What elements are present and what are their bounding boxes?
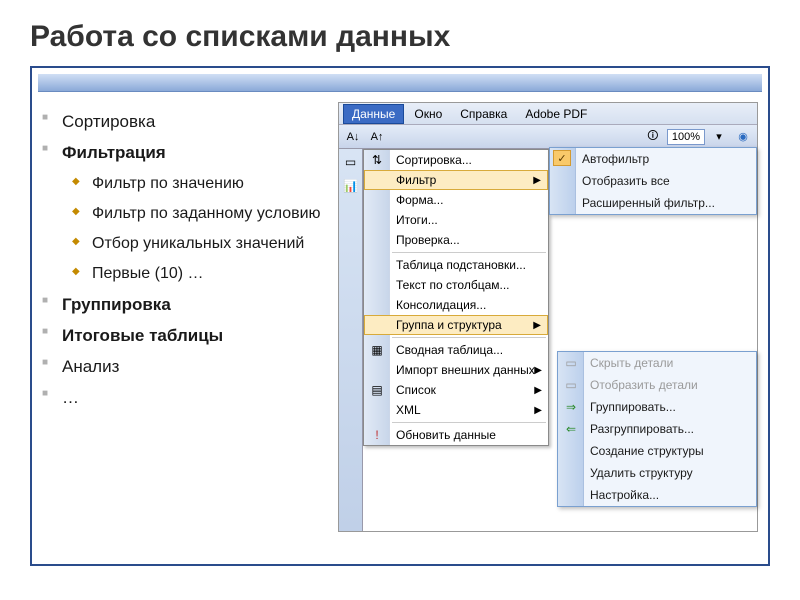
sm-group[interactable]: ⇒Группировать... (558, 396, 756, 418)
dd-filter[interactable]: Фильтр▶ (364, 170, 548, 190)
sm-advanced[interactable]: Расширенный фильтр... (550, 192, 756, 214)
separator (392, 337, 546, 338)
menu-data[interactable]: Данные (343, 104, 404, 124)
toolbar: А↓ А↑ 🛈 100% ▾ ◉ (339, 125, 757, 149)
menu-help[interactable]: Справка (452, 105, 515, 123)
sub-filter-value: Фильтр по значению (40, 169, 330, 199)
menu-adobe[interactable]: Adobe PDF (517, 105, 595, 123)
sort-icon: ⇅ (368, 153, 386, 167)
chart-icon[interactable]: 📊 (342, 177, 360, 195)
bullet-totals: Итоговые таблицы (40, 320, 330, 351)
filter-submenu: ✓Автофильтр Отобразить все Расширенный ф… (549, 147, 757, 215)
sm-auto-outline[interactable]: Создание структуры (558, 440, 756, 462)
bullet-filtering: Фильтрация (40, 137, 330, 168)
bullet-analysis: Анализ (40, 351, 330, 382)
help-icon[interactable]: ◉ (733, 127, 753, 147)
bullet-sorting: Сортировка (40, 106, 330, 137)
content-frame: Сортировка Фильтрация Фильтр по значению… (30, 66, 770, 566)
bullet-list: Сортировка Фильтрация Фильтр по значению… (40, 102, 330, 556)
arrow-icon: ▶ (534, 385, 542, 396)
dd-subtotals[interactable]: Итоги... (364, 210, 548, 230)
data-dropdown: ⇅Сортировка... Фильтр▶ Форма... Итоги...… (363, 149, 549, 446)
menu-window[interactable]: Окно (406, 105, 450, 123)
arrow-icon: ▶ (533, 175, 541, 186)
content-row: Сортировка Фильтрация Фильтр по значению… (32, 92, 768, 564)
show-icon: ▭ (563, 378, 579, 392)
group-submenu: ▭Скрыть детали ▭Отобразить детали ⇒Групп… (557, 351, 757, 507)
dd-pivot[interactable]: ▦Сводная таблица... (364, 340, 548, 360)
pivot-icon: ▦ (368, 343, 386, 357)
dd-form[interactable]: Форма... (364, 190, 548, 210)
sub-filter-condition: Фильтр по заданному условию (40, 199, 330, 229)
dd-consolidate[interactable]: Консолидация... (364, 295, 548, 315)
hide-icon: ▭ (563, 356, 579, 370)
dd-import[interactable]: Импорт внешних данных▶ (364, 360, 548, 380)
dd-refresh[interactable]: !Обновить данные (364, 425, 548, 445)
sm-autofilter[interactable]: ✓Автофильтр (550, 148, 756, 170)
dd-text-columns[interactable]: Текст по столбцам... (364, 275, 548, 295)
dd-validation[interactable]: Проверка... (364, 230, 548, 250)
ungroup-arrow-icon: ⇐ (563, 422, 579, 436)
group-arrow-icon: ⇒ (563, 400, 579, 414)
sm-show-detail[interactable]: ▭Отобразить детали (558, 374, 756, 396)
new-icon[interactable]: ▭ (342, 153, 360, 171)
slide: Работа со списками данных Сортировка Фил… (0, 0, 800, 600)
dd-list[interactable]: ▤Список▶ (364, 380, 548, 400)
tool-icon[interactable]: 🛈 (643, 127, 663, 147)
sm-ungroup[interactable]: ⇐Разгруппировать... (558, 418, 756, 440)
menubar: Данные Окно Справка Adobe PDF (339, 103, 757, 125)
arrow-icon: ▶ (534, 365, 542, 376)
sm-showall[interactable]: Отобразить все (550, 170, 756, 192)
arrow-icon: ▶ (533, 320, 541, 331)
sm-settings[interactable]: Настройка... (558, 484, 756, 506)
dd-table[interactable]: Таблица подстановки... (364, 255, 548, 275)
sub-unique: Отбор уникальных значений (40, 229, 330, 259)
list-icon: ▤ (368, 383, 386, 397)
bullet-ellipsis: … (40, 382, 330, 413)
sub-top10: Первые (10) … (40, 259, 330, 289)
separator (392, 422, 546, 423)
screenshot-area: Данные Окно Справка Adobe PDF А↓ А↑ 🛈 10… (338, 102, 760, 556)
sort-desc-icon[interactable]: А↑ (367, 127, 387, 147)
sm-hide-detail[interactable]: ▭Скрыть детали (558, 352, 756, 374)
refresh-icon: ! (368, 428, 386, 442)
separator (392, 252, 546, 253)
sort-asc-icon[interactable]: А↓ (343, 127, 363, 147)
sm-clear-outline[interactable]: Удалить структуру (558, 462, 756, 484)
dropdown-icon[interactable]: ▾ (709, 127, 729, 147)
zoom-box[interactable]: 100% (667, 129, 705, 145)
dd-sort[interactable]: ⇅Сортировка... (364, 150, 548, 170)
bullet-grouping: Группировка (40, 289, 330, 320)
dd-group-outline[interactable]: Группа и структура▶ (364, 315, 548, 335)
app-window: Данные Окно Справка Adobe PDF А↓ А↑ 🛈 10… (338, 102, 758, 532)
dd-xml[interactable]: XML▶ (364, 400, 548, 420)
check-icon: ✓ (553, 150, 571, 166)
left-toolbar: ▭ 📊 (339, 149, 363, 531)
arrow-icon: ▶ (534, 405, 542, 416)
frame-topbar (38, 74, 762, 92)
slide-title: Работа со списками данных (30, 20, 770, 54)
